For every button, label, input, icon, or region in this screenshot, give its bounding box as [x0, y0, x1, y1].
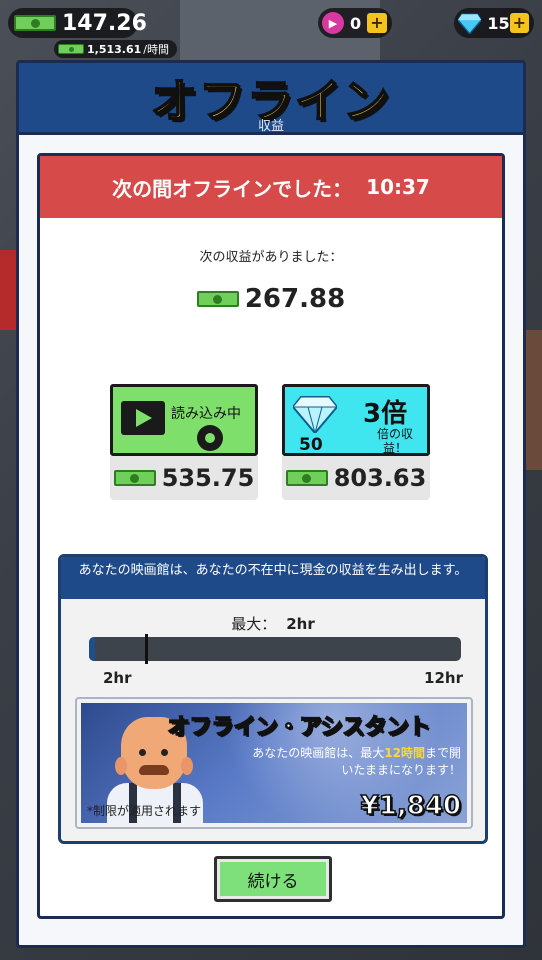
max-offline-label: 最大： [231, 615, 277, 633]
offline-limit-panel: あなたの映画館は、あなたの不在中に現金の収益を生み出します。 最大： 2hr 2h… [58, 554, 488, 844]
assistant-price[interactable]: ¥1,840 [360, 790, 462, 822]
slider-min-label: 2hr [103, 669, 132, 687]
ticket-count: 0 [350, 13, 362, 33]
ticket-icon: ▶ [322, 12, 344, 34]
multiplier-label: 3倍 [363, 399, 408, 429]
earned-amount-row: 267.88 [40, 284, 502, 314]
bg-building-right [526, 330, 542, 470]
ad-reward-value: 535.75 [110, 456, 258, 500]
max-offline-line: 最大： 2hr [61, 613, 485, 634]
diamond-icon [458, 13, 482, 34]
modal-subtitle: 収益 [257, 119, 284, 134]
assistant-description: あなたの映画館は、最大12時間まで開いたままになります！ [252, 746, 461, 777]
multiplier-sub-label: 倍の収益！ [376, 427, 413, 455]
loading-label: 読み込み中 [171, 406, 241, 422]
cash-icon [14, 15, 56, 31]
gem-count: 15 [487, 13, 510, 33]
earned-amount: 267.88 [244, 284, 346, 314]
offline-limit-description: あなたの映画館は、あなたの不在中に現金の収益を生み出します。 [61, 557, 485, 599]
cash-icon [285, 470, 328, 486]
add-tickets-button[interactable]: + [367, 13, 387, 33]
modal-content: 次の間オフラインでした： 10:37 次の収益がありました： 267.88 読み… [37, 153, 505, 919]
offline-duration-time: 10:37 [366, 175, 430, 199]
ticket-display[interactable]: ▶ 0 + [318, 8, 392, 38]
gem-cost: 50 [299, 435, 323, 455]
gem-reward-amount: 803.63 [333, 464, 427, 492]
watch-ad-option[interactable]: 読み込み中 535.75 [110, 384, 258, 500]
assistant-title: オフライン・アシスタント [167, 714, 432, 741]
max-offline-value: 2hr [286, 615, 315, 633]
slider-marker [145, 634, 148, 664]
assistant-banner: オフライン・アシスタント あなたの映画館は、最大12時間まで開いたままになります… [81, 703, 467, 823]
offline-limit-slider [89, 634, 461, 664]
gem-display[interactable]: 15 + [454, 8, 534, 38]
cash-icon [58, 44, 84, 54]
offline-assistant-offer[interactable]: オフライン・アシスタント あなたの映画館は、最大12時間まで開いたままになります… [75, 697, 473, 829]
cash-amount: 147.26 [62, 10, 147, 36]
offline-duration-label: 次の間オフラインでした： [112, 176, 353, 201]
film-reel-icon [197, 425, 223, 451]
cash-display: 147.26 [8, 8, 147, 38]
watch-ad-button[interactable]: 読み込み中 [110, 384, 258, 456]
gem-triple-button[interactable]: 50 3倍 倍の収益！ [282, 384, 430, 456]
earned-label: 次の収益がありました： [199, 250, 343, 265]
add-gems-button[interactable]: + [509, 13, 529, 33]
gem-triple-option[interactable]: 50 3倍 倍の収益！ 803.63 [282, 384, 430, 500]
slider-max-label: 12hr [424, 669, 463, 687]
cash-icon [196, 291, 239, 307]
continue-button[interactable]: 続ける [214, 856, 332, 902]
income-rate: 1,513.61 /時間 [54, 40, 177, 58]
offline-earnings-modal: オフライン 収益 次の間オフラインでした： 10:37 次の収益がありました： … [16, 60, 526, 948]
modal-header: オフライン 収益 [19, 63, 523, 135]
offline-duration-bar: 次の間オフラインでした： 10:37 [40, 156, 502, 218]
diamond-icon [293, 396, 337, 433]
income-rate-unit: /時間 [143, 43, 169, 56]
gem-reward-value: 803.63 [282, 456, 430, 500]
video-icon [121, 401, 165, 435]
income-rate-amount: 1,513.61 [87, 42, 142, 56]
terms-note: *制限が適用されます [87, 804, 202, 818]
cash-icon [113, 470, 156, 486]
slider-fill [89, 637, 95, 661]
ad-reward-amount: 535.75 [161, 464, 255, 492]
